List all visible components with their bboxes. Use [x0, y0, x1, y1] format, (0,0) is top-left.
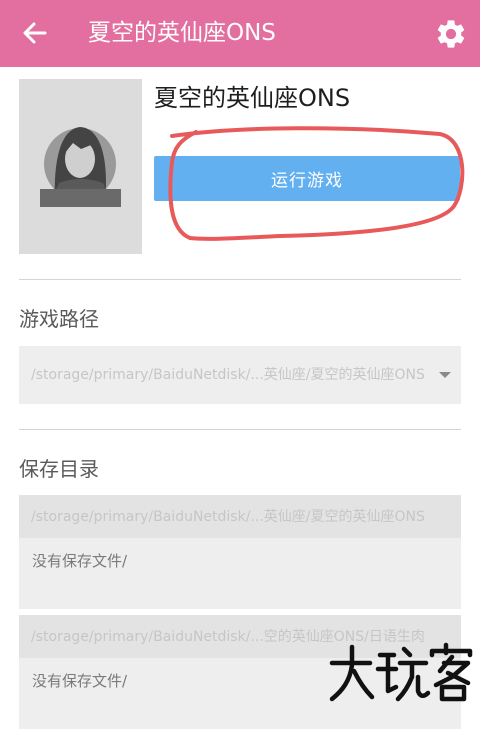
game-cover[interactable]: [19, 79, 142, 254]
divider: [19, 429, 461, 430]
save-dir-label: 保存目录: [19, 457, 99, 481]
app-bar-title: 夏空的英仙座ONS: [88, 20, 276, 46]
game-path-value: /storage/primary/BaiduNetdisk/...英仙座/夏空的…: [31, 367, 425, 383]
game-path-label: 游戏路径: [19, 307, 99, 331]
save-dir-status: 没有保存文件/: [32, 552, 128, 570]
save-dir-path: /storage/primary/BaiduNetdisk/...英仙座/夏空的…: [31, 509, 425, 525]
save-dir-status: 没有保存文件/: [32, 672, 128, 690]
gear-icon[interactable]: [434, 17, 468, 51]
red-scribble-annotation: [168, 126, 465, 241]
arrow-left-icon[interactable]: [18, 16, 52, 50]
save-dir-entry-header: /storage/primary/BaiduNetdisk/...英仙座/夏空的…: [19, 495, 461, 538]
anime-girl-avatar-icon: [40, 127, 121, 207]
game-path-select[interactable]: /storage/primary/BaiduNetdisk/...英仙座/夏空的…: [19, 346, 461, 404]
app-bar: 夏空的英仙座ONS: [0, 0, 480, 67]
dropdown-arrow-icon: [439, 372, 451, 378]
watermark-logo: [329, 642, 473, 702]
save-dir-entry[interactable]: /storage/primary/BaiduNetdisk/...英仙座/夏空的…: [19, 495, 461, 609]
divider: [19, 279, 461, 280]
game-name: 夏空的英仙座ONS: [154, 84, 351, 112]
